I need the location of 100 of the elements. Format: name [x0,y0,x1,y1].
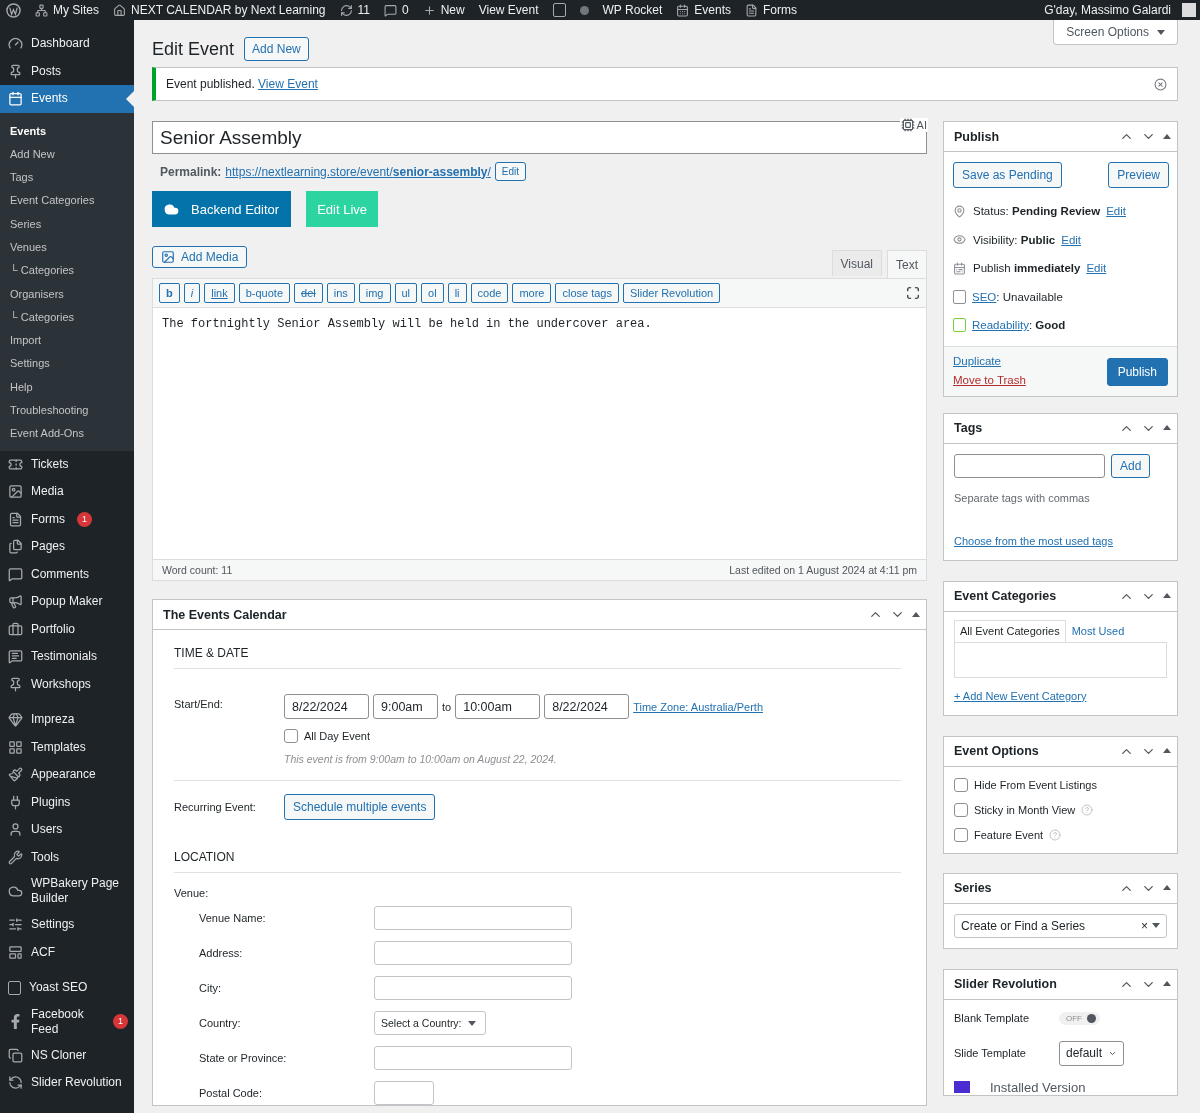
input-field[interactable] [374,1081,434,1105]
tags-input[interactable] [954,453,1105,478]
quicktag-button[interactable]: del [294,283,323,303]
submenu-item[interactable]: Event Categories [0,189,134,213]
menu-item[interactable]: ACF [0,938,134,967]
country-select[interactable]: Select a Country: [374,1011,486,1035]
menu-item[interactable]: Templates [0,733,134,762]
publish-button[interactable]: Publish [1106,357,1168,386]
start-time-field[interactable]: 9:00am [373,694,438,719]
menu-item[interactable]: Users [0,816,134,844]
quicktag-button[interactable]: li [447,283,467,303]
menu-item[interactable]: Facebook Feed 1 [0,1001,134,1042]
menu-item[interactable]: Comments [0,560,134,589]
menu-item[interactable]: Events [0,85,134,113]
permalink-link[interactable]: https://nextlearning.store/event/senior-assembly/ [225,164,491,179]
admin-bar-link[interactable]: 11 [339,3,370,17]
submenu-item[interactable]: Venues [0,236,134,260]
score-link[interactable]: Readability [972,319,1029,332]
submenu-item[interactable]: └ Categories [0,305,134,330]
preview-button[interactable]: Preview [1108,162,1169,188]
menu-item[interactable]: Plugins [0,788,134,817]
end-time-field[interactable]: 10:00am [455,694,541,719]
quicktag-button[interactable]: i [183,283,201,303]
admin-bar-link[interactable]: WP Rocket [602,3,663,17]
edit-link[interactable]: Edit [1061,233,1082,246]
menu-item[interactable]: Media [0,478,134,506]
submenu-item[interactable]: Import [0,329,134,353]
most-used-tags-link[interactable]: Choose from the most used tags [954,534,1113,547]
clear-button[interactable]: × [1141,918,1148,933]
menu-item[interactable]: Popup Maker [0,588,134,616]
edit-link[interactable]: Edit [1086,262,1107,275]
checkbox[interactable] [284,729,298,743]
template-select[interactable]: default [1059,1040,1124,1066]
admin-bar-link[interactable]: View Event [478,3,539,17]
quicktag-button[interactable]: more [512,283,552,303]
submenu-item[interactable]: Add New [0,142,134,167]
submenu-item[interactable]: Event Add-Ons [0,422,134,446]
checkbox[interactable] [954,827,968,842]
edit-permalink-button[interactable]: Edit [494,162,527,181]
menu-item[interactable]: Posts [0,57,134,85]
admin-bar-link[interactable]: Forms [745,3,797,17]
quicktag-button[interactable]: ol [421,283,444,303]
quicktag-button[interactable]: b [159,283,180,303]
admin-bar-link[interactable]: 0 [384,3,409,17]
editor-tab[interactable]: Visual [831,250,882,276]
view-event-link[interactable]: View Event [258,77,318,91]
series-select[interactable]: Create or Find a Series × [954,913,1167,938]
admin-bar-link[interactable]: NEXT CALENDAR by Next Learning [113,3,326,17]
fullscreen-icon[interactable] [906,286,920,300]
submenu-item[interactable]: Series [0,212,134,236]
duplicate-link[interactable]: Duplicate [953,354,1026,367]
quicktag-button[interactable]: ins [326,283,355,303]
submenu-item[interactable]: Troubleshooting [0,399,134,423]
menu-item[interactable]: Portfolio [0,615,134,644]
add-media-button[interactable]: Add Media [152,246,248,268]
quicktag-button[interactable]: b-quote [238,283,290,303]
trash-link[interactable]: Move to Trash [953,373,1026,386]
menu-item[interactable]: Workshops [0,670,134,699]
admin-bar-link[interactable]: New [422,3,465,17]
input-field[interactable] [374,976,572,1000]
admin-bar-link[interactable]: My Sites [35,3,99,17]
submenu-item[interactable]: Settings [0,352,134,376]
menu-item[interactable]: Slider Revolution [0,1069,134,1097]
account-greeting[interactable]: G'day, Massimo Galardi [1044,3,1196,17]
dismiss-icon[interactable] [1154,77,1167,91]
menu-item[interactable]: Impreza [0,706,134,734]
submenu-item[interactable]: └ Categories [0,259,134,283]
screen-options-button[interactable]: Screen Options [1053,20,1178,45]
input-field[interactable] [374,941,572,965]
start-date-field[interactable]: 8/22/2024 [284,694,369,719]
menu-item[interactable]: Forms 1 [0,505,134,534]
menu-item[interactable]: Yoast SEO [0,974,134,1002]
submenu-item[interactable]: Help [0,375,134,400]
menu-item[interactable]: WPBakery Page Builder [0,871,134,912]
menu-item[interactable]: Settings [0,911,134,939]
quicktag-button[interactable]: ul [394,283,418,303]
quicktag-button[interactable]: code [470,283,509,303]
menu-item[interactable]: Pages [0,533,134,561]
wordpress-logo-icon[interactable] [6,2,21,18]
add-new-button[interactable]: Add New [244,37,309,61]
menu-item[interactable]: Dashboard [0,30,134,58]
quicktag-button[interactable]: link [204,283,235,303]
save-pending-button[interactable]: Save as Pending [953,162,1062,188]
submenu-item[interactable]: Tags [0,166,134,190]
menu-item[interactable]: Testimonials [0,643,134,671]
menu-item[interactable]: Tools [0,843,134,872]
edit-link[interactable]: Edit [1106,205,1127,218]
title-field[interactable]: Senior Assembly AI [152,121,927,154]
editor-text[interactable]: The fortnightly Senior Assembly will be held in the undercover area. [153,308,926,559]
editor-tab[interactable]: Text [887,250,927,278]
menu-item[interactable]: Appearance [0,761,134,789]
add-tag-button[interactable]: Add [1111,453,1151,478]
quicktag-button[interactable]: close tags [555,283,619,303]
quicktag-button[interactable]: img [358,283,391,303]
submenu-item[interactable]: Events [0,119,134,143]
checkbox[interactable] [954,802,968,817]
submenu-item[interactable]: Organisers [0,282,134,306]
builder-button[interactable]: Backend Editor [152,191,292,227]
schedule-button[interactable]: Schedule multiple events [284,794,436,820]
input-field[interactable] [374,906,572,930]
